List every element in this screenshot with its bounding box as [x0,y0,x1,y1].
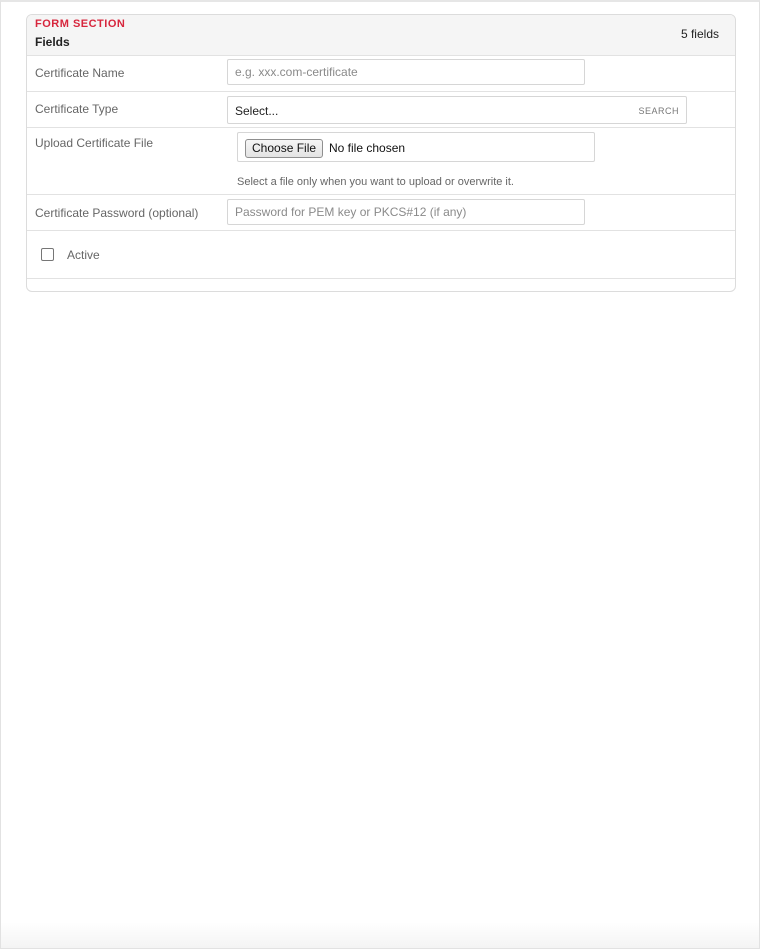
choose-file-button[interactable]: Choose File [245,139,324,158]
certificate-type-select[interactable]: Select... SEARCH [227,96,687,124]
certificate-file-input: Choose File No file chosen [237,132,595,162]
file-help-text: Select a file only when you want to uplo… [237,176,514,188]
active-checkbox[interactable] [41,248,54,261]
active-row: Active [27,231,735,279]
section-title: Fields [35,35,70,49]
form-section-card: FORM SECTION Fields 5 fields Certificate… [26,14,736,292]
select-search-label: SEARCH [638,106,679,116]
certificate-password-input[interactable] [227,199,585,225]
field-count: 5 fields [680,27,719,41]
certificate-type-selected: Select... [235,104,279,118]
certificate-type-row: Certificate Type Select... SEARCH [27,92,735,128]
certificate-password-row: Certificate Password (optional) [27,195,735,231]
certificate-file-label: Upload Certificate File [35,136,154,150]
certificate-password-label: Certificate Password (optional) [35,206,199,220]
certificate-type-label: Certificate Type [35,102,119,116]
page-frame: FORM SECTION Fields 5 fields Certificate… [0,0,760,949]
section-kicker: FORM SECTION [35,18,126,30]
certificate-file-row: Upload Certificate File Choose File No f… [27,128,735,195]
certificate-name-row: Certificate Name [27,56,735,92]
file-status: No file chosen [329,141,406,155]
section-header: FORM SECTION Fields 5 fields [27,15,735,56]
certificate-name-input[interactable] [227,59,585,85]
active-label[interactable]: Active [67,248,100,262]
certificate-name-label: Certificate Name [35,66,125,80]
